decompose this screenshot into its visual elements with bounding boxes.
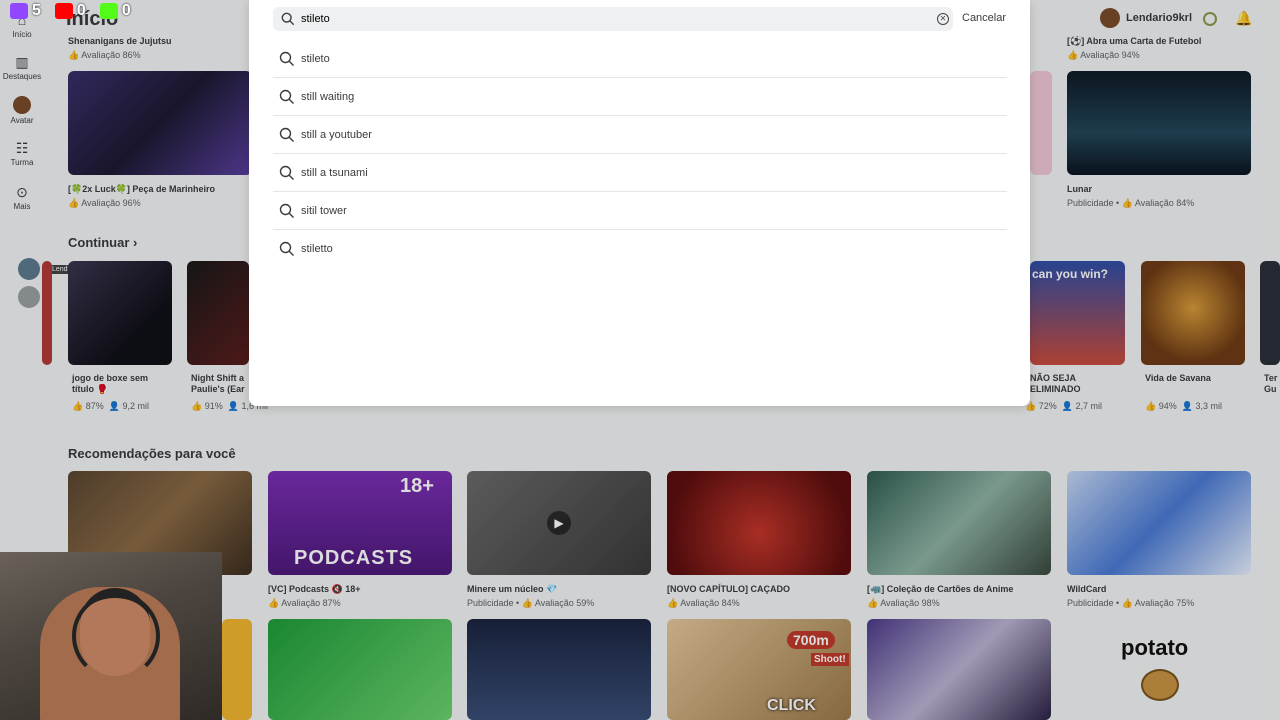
search-icon xyxy=(279,165,294,180)
search-suggestions: stileto still waiting still a youtuber s… xyxy=(273,40,1007,268)
search-box[interactable]: ✕ xyxy=(273,7,953,31)
search-input[interactable] xyxy=(301,7,921,31)
youtube-icon xyxy=(54,3,73,19)
suggestion-item[interactable]: stiletto xyxy=(273,230,1007,268)
clear-icon[interactable]: ✕ xyxy=(937,13,949,25)
suggestion-item[interactable]: still a youtuber xyxy=(273,116,1007,154)
youtube-count: 0 xyxy=(76,2,86,19)
suggestion-item[interactable]: sitil tower xyxy=(273,192,1007,230)
search-icon xyxy=(279,89,294,104)
twitch-icon xyxy=(10,3,28,19)
suggestion-item[interactable]: stileto xyxy=(273,40,1007,78)
twitch-stat: 5 xyxy=(10,2,41,20)
suggestion-text: stiletto xyxy=(301,243,333,255)
search-icon xyxy=(279,203,294,218)
webcam-overlay xyxy=(0,552,222,720)
cancel-button[interactable]: Cancelar xyxy=(962,12,1006,24)
suggestion-item[interactable]: still a tsunami xyxy=(273,154,1007,192)
suggestion-text: still a tsunami xyxy=(301,166,368,179)
suggestion-text: still waiting xyxy=(301,90,355,103)
youtube-stat: 0 xyxy=(54,2,86,20)
kick-count: 0 xyxy=(121,2,131,19)
headphones-icon xyxy=(72,592,160,680)
search-icon xyxy=(279,51,294,66)
kick-stat: 0 xyxy=(99,2,131,20)
search-icon xyxy=(281,12,295,26)
kick-icon xyxy=(99,3,118,19)
stream-stats: 5 0 0 xyxy=(10,2,131,20)
search-icon xyxy=(279,241,294,256)
suggestion-text: still a youtuber xyxy=(301,128,372,141)
suggestion-text: stileto xyxy=(301,52,330,65)
suggestion-item[interactable]: still waiting xyxy=(273,78,1007,116)
twitch-count: 5 xyxy=(32,2,41,19)
search-modal: ✕ Cancelar stileto still waiting still a… xyxy=(249,0,1030,406)
suggestion-text: sitil tower xyxy=(301,204,347,217)
search-icon xyxy=(279,127,294,142)
